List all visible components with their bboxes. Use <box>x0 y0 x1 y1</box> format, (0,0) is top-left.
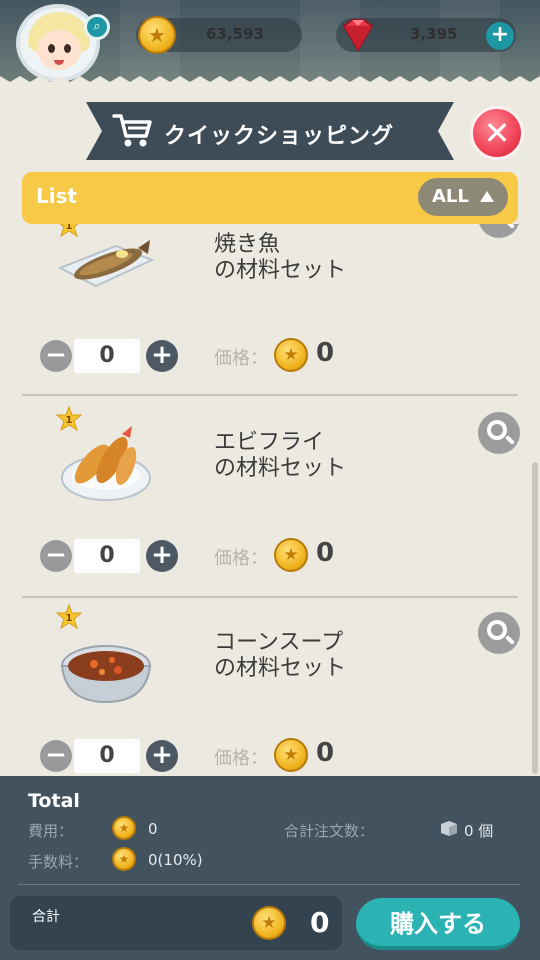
price-value: 0 <box>316 538 335 568</box>
search-icon[interactable] <box>478 412 520 454</box>
order-count-label: 合計注文数： <box>284 822 375 840</box>
coin-icon <box>112 847 136 871</box>
price-value: 0 <box>316 738 335 768</box>
coin-count: 63,593 <box>206 25 264 43</box>
gem-icon <box>342 19 374 52</box>
coin-icon <box>274 738 308 772</box>
page-title: クイックショッピング <box>164 124 395 149</box>
cart-icon <box>112 114 152 147</box>
search-icon[interactable] <box>478 224 520 238</box>
item-name: 焼き魚 の材料セット <box>214 232 346 284</box>
item-name: エビフライ の材料セット <box>214 430 346 482</box>
footer-divider <box>18 884 520 885</box>
search-icon[interactable]: ⌕ <box>84 14 110 40</box>
search-icon[interactable] <box>478 612 520 654</box>
item-name-line2: の材料セット <box>214 456 347 481</box>
fried-shrimp-dish-image <box>61 426 151 501</box>
item-name-line1: コーンスープ <box>214 630 344 655</box>
list-item: 1 コーンスープ の材料セット − 0 + 価格： 0 <box>0 596 540 776</box>
star-level-icon: 1 <box>59 224 79 238</box>
corn-soup-dish-image <box>60 645 152 704</box>
decrease-quantity-button[interactable]: − <box>40 540 72 572</box>
cost-value: 0 <box>148 820 158 838</box>
svg-text:1: 1 <box>66 224 73 232</box>
item-name: コーンスープ の材料セット <box>214 630 346 682</box>
zigzag-divider <box>0 76 540 86</box>
avatar-eye <box>64 44 71 53</box>
list-item: 1 焼き魚 の材料セット − 0 + 価格： 0 <box>0 224 540 404</box>
decrease-quantity-button[interactable]: − <box>40 740 72 772</box>
item-name-line2: の材料セット <box>214 656 347 681</box>
coin-icon <box>138 16 176 54</box>
price-label: 価格： <box>214 548 268 569</box>
svg-text:1: 1 <box>66 415 73 426</box>
price-label: 価格： <box>214 348 268 369</box>
total-title: Total <box>28 790 80 812</box>
sum-label: 合計 <box>32 909 60 925</box>
cost-label: 費用： <box>28 822 74 840</box>
close-button[interactable]: ✕ <box>470 106 524 160</box>
purchase-button[interactable]: 購入する <box>356 898 520 950</box>
decrease-quantity-button[interactable]: − <box>40 340 72 372</box>
increase-quantity-button[interactable]: + <box>146 740 178 772</box>
list-header-bar: List ALL <box>22 172 518 224</box>
quantity-input[interactable]: 0 <box>74 339 140 373</box>
add-gems-button[interactable]: + <box>486 22 514 50</box>
item-name-line1: 焼き魚 <box>214 232 281 257</box>
quantity-input[interactable]: 0 <box>74 539 140 573</box>
star-level-icon: 1 <box>56 406 82 432</box>
increase-quantity-button[interactable]: + <box>146 340 178 372</box>
list-label: List <box>36 184 78 208</box>
coin-icon <box>274 538 308 572</box>
close-icon: ✕ <box>483 114 511 152</box>
avatar-eye <box>48 44 55 53</box>
increase-quantity-button[interactable]: + <box>146 540 178 572</box>
coin-icon <box>274 338 308 372</box>
list-scrollbar[interactable] <box>532 462 538 774</box>
box-icon <box>441 821 457 836</box>
fee-label: 手数料： <box>28 853 89 871</box>
sum-value: 0 <box>310 906 330 939</box>
coin-icon <box>252 906 286 940</box>
ingredient-set-list[interactable]: 1 焼き魚 の材料セット − 0 + 価格： 0 1 エビフ <box>0 224 540 776</box>
svg-text:1: 1 <box>66 613 73 624</box>
item-name-line1: エビフライ <box>214 430 325 455</box>
list-item: 1 エビフライ の材料セット − 0 + 価格： 0 <box>0 396 540 598</box>
price-label: 価格： <box>214 748 268 769</box>
price-value: 0 <box>316 338 335 368</box>
filter-all-button[interactable]: ALL <box>418 178 508 216</box>
order-count-value: 0 個 <box>464 822 494 840</box>
triangle-up-icon <box>480 191 494 202</box>
quantity-input[interactable]: 0 <box>74 739 140 773</box>
filter-all-label: ALL <box>432 186 469 207</box>
coin-icon <box>112 816 136 840</box>
gem-count: 3,395 <box>410 25 458 43</box>
item-name-line2: の材料セット <box>214 258 347 283</box>
fee-value: 0(10%) <box>148 851 203 869</box>
star-level-icon: 1 <box>56 604 82 630</box>
